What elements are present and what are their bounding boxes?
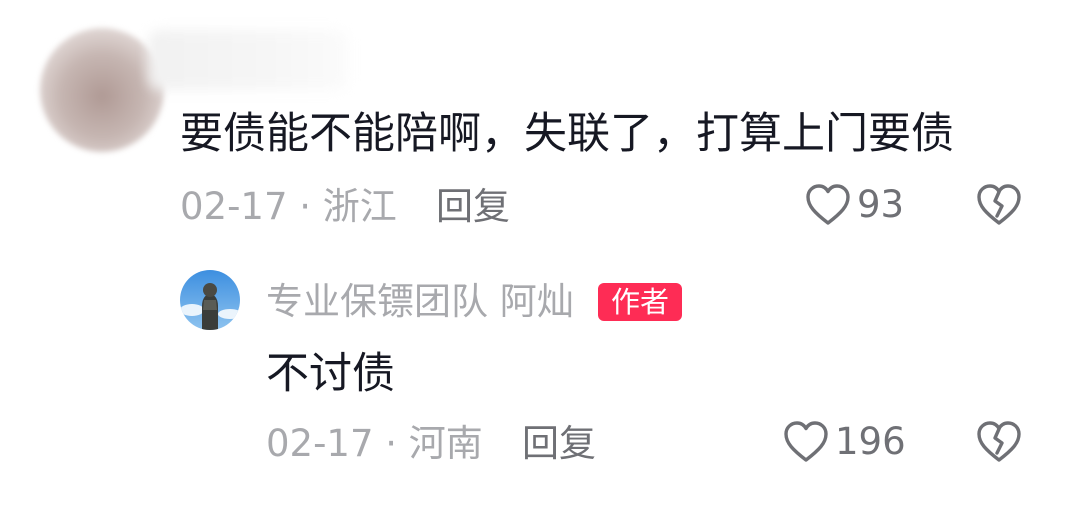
reply-like-count: 196 <box>835 420 906 463</box>
like-button[interactable]: 93 <box>805 183 904 227</box>
reply-to-reply-button[interactable]: 回复 <box>522 422 596 466</box>
broken-heart-icon <box>976 420 1022 464</box>
commenter-avatar[interactable] <box>40 28 164 152</box>
reply-button[interactable]: 回复 <box>436 185 510 229</box>
like-count: 93 <box>857 183 905 226</box>
reply-dislike-button[interactable] <box>976 420 1022 464</box>
dislike-button[interactable] <box>976 183 1022 227</box>
reply-text: 不讨债 <box>266 349 395 399</box>
comment-thread: 要债能不能陪啊，失联了，打算上门要债 02-17 · 浙江 回复 93 专业保镖… <box>0 0 1080 522</box>
comment-text: 要债能不能陪啊，失联了，打算上门要债 <box>180 109 954 159</box>
reply-date-location: 02-17 · 河南 <box>266 422 483 465</box>
author-name[interactable]: 专业保镖团队 阿灿 <box>266 280 574 324</box>
commenter-name-blurred[interactable] <box>148 30 348 90</box>
author-badge: 作者 <box>598 283 682 321</box>
heart-outline-icon <box>805 183 851 227</box>
comment-date-location: 02-17 · 浙江 <box>180 185 397 228</box>
broken-heart-icon <box>976 183 1022 227</box>
reply-like-button[interactable]: 196 <box>783 420 906 464</box>
heart-outline-icon <box>783 420 829 464</box>
author-avatar[interactable] <box>180 270 240 330</box>
